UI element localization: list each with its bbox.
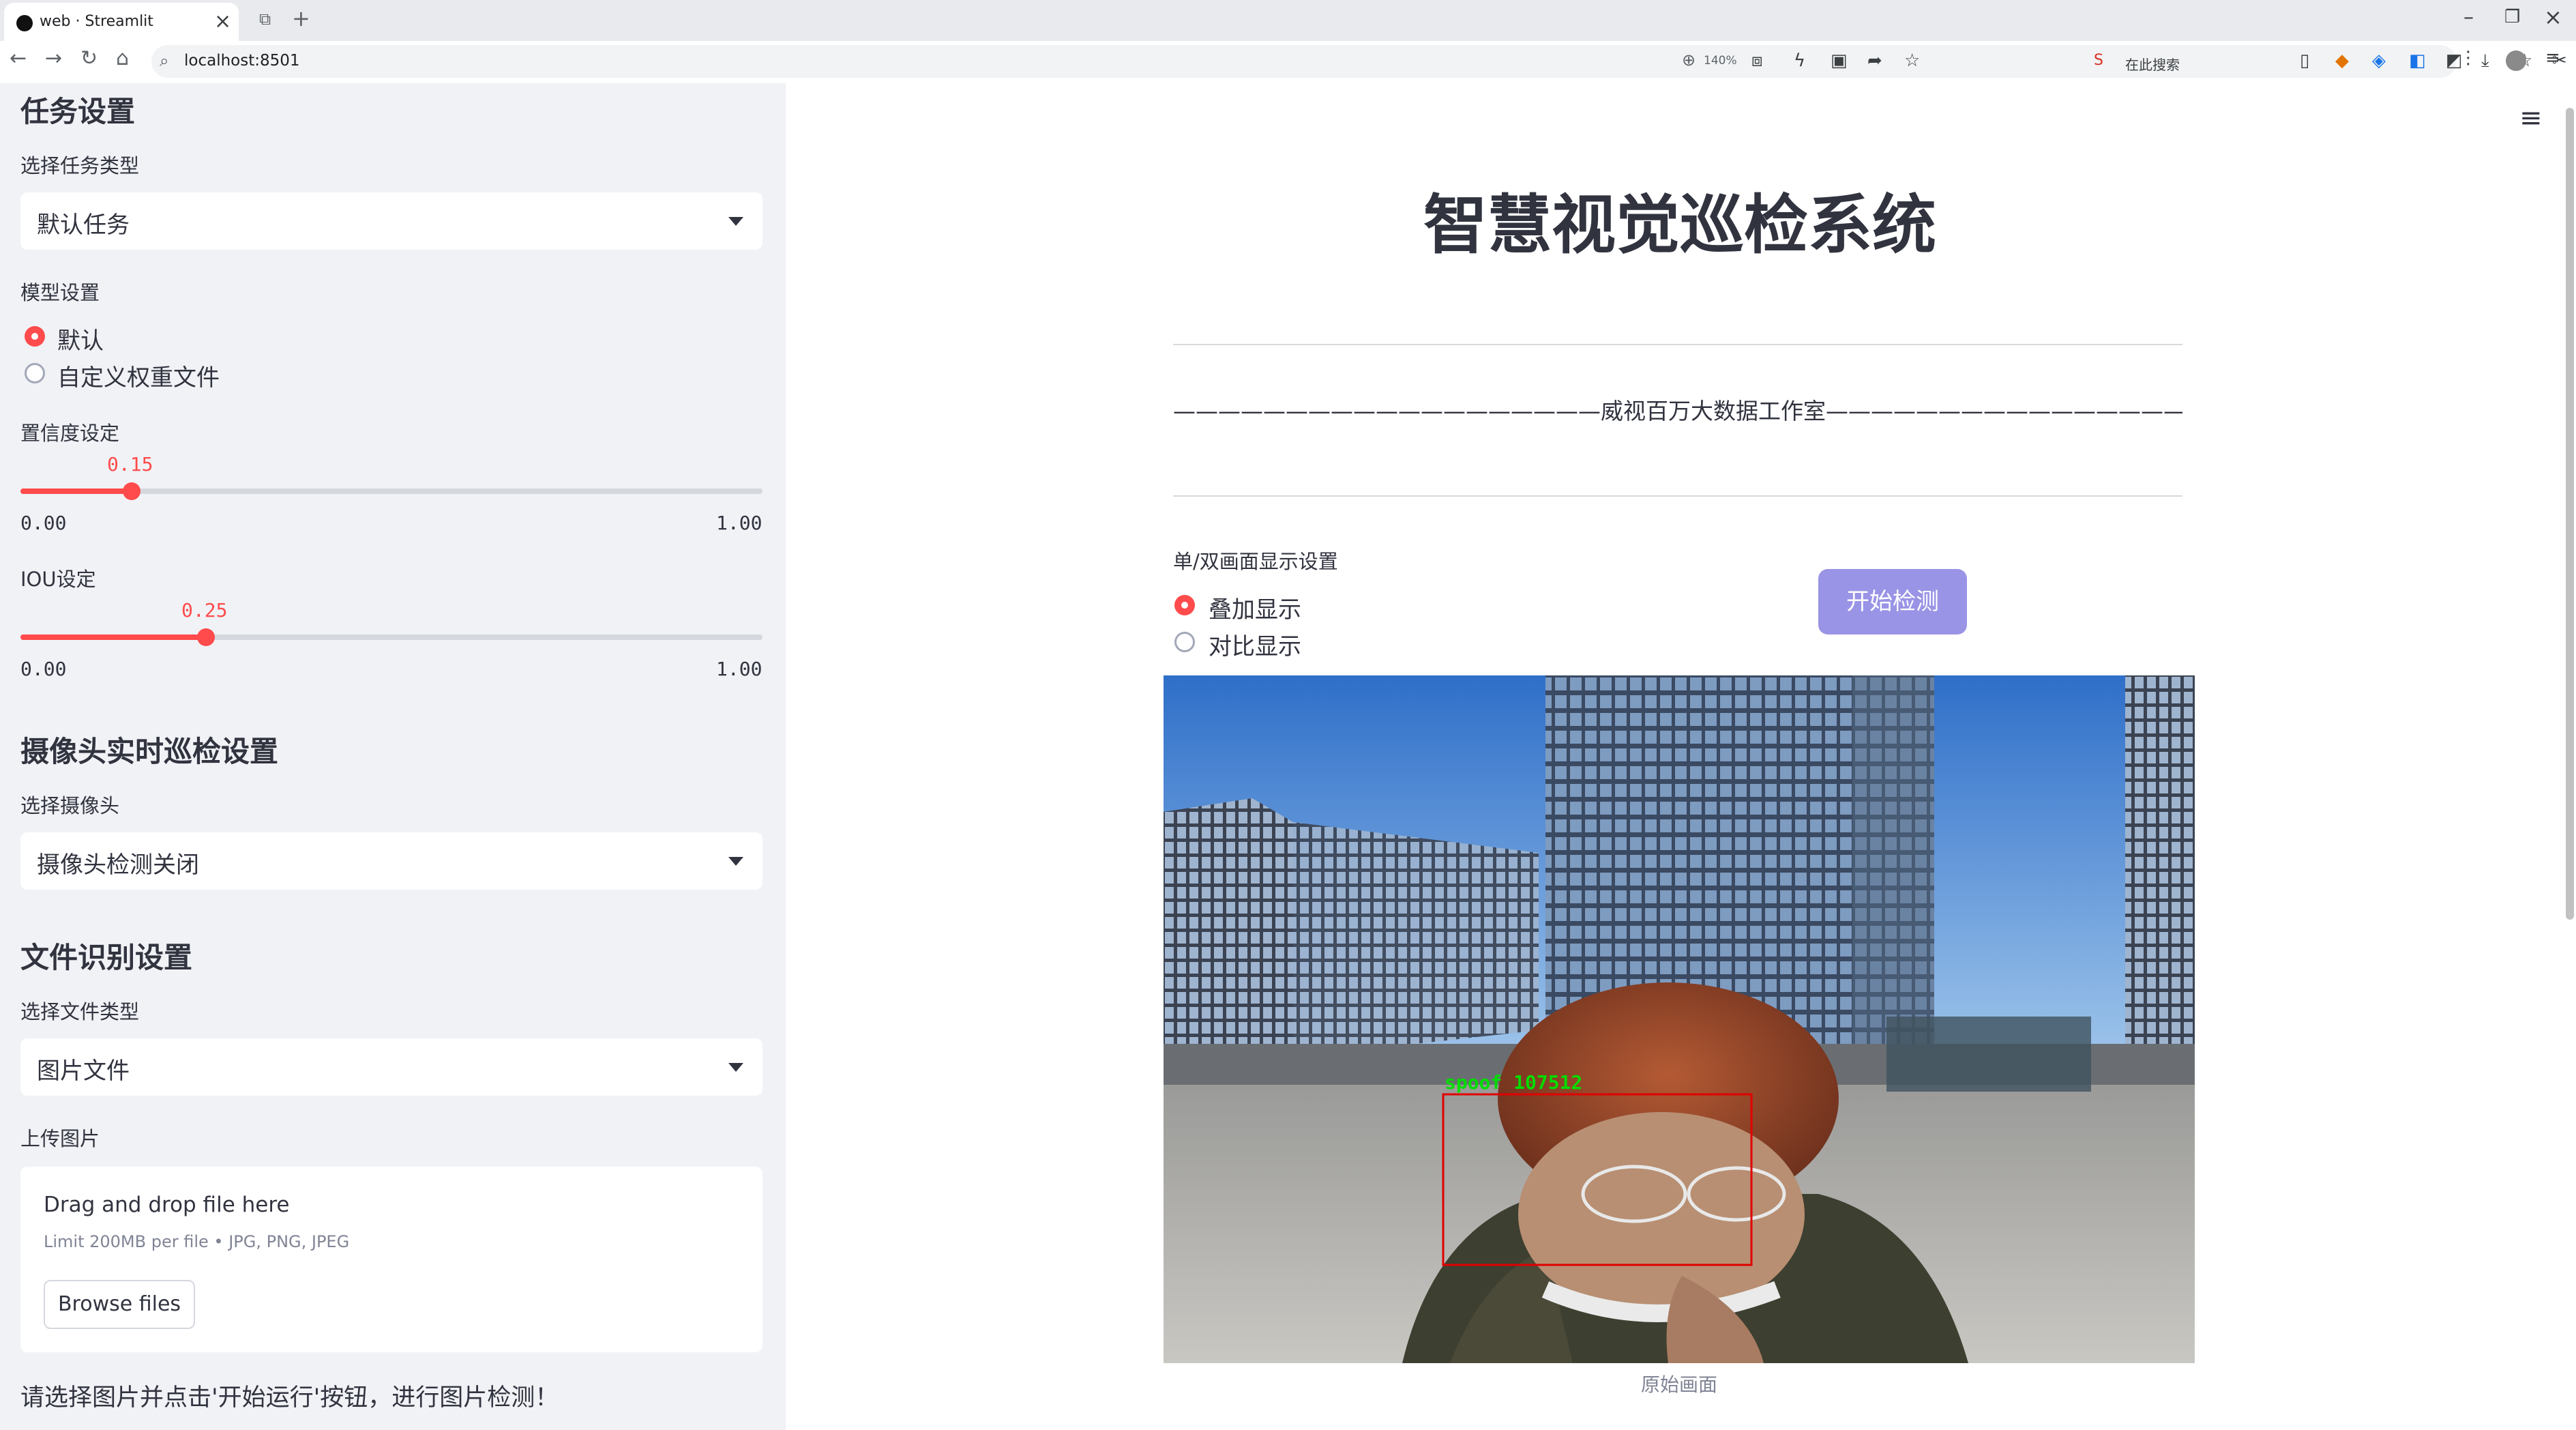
tab-close-icon[interactable]: ×: [214, 10, 231, 33]
tab-group-icon[interactable]: ⧉: [259, 10, 271, 29]
reload-icon[interactable]: ↻: [80, 46, 98, 70]
detection-photo: spoof 107512: [1164, 675, 2195, 1363]
display-setting-label: 单/双画面显示设置: [1173, 550, 1338, 573]
iou-slider-fill: [20, 634, 206, 640]
zoom-level: 140%: [1704, 54, 1737, 68]
iou-label: IOU设定: [20, 568, 96, 591]
translate-icon[interactable]: ⧈: [1751, 50, 1763, 72]
camera-select-value: 摄像头检测关闭: [37, 851, 199, 879]
dropzone-limit: Limit 200MB per file • JPG, PNG, JPEG: [44, 1232, 350, 1251]
detection-label: spoof 107512: [1445, 1071, 1582, 1094]
browser-tab-bar: web · Streamlit × ⧉ + – ❐ ×: [0, 0, 2576, 41]
avatar[interactable]: [2506, 50, 2526, 71]
model-settings-label: 模型设置: [20, 281, 100, 304]
confidence-value: 0.15: [107, 453, 153, 476]
task-type-value: 默认任务: [37, 211, 130, 239]
lightning-icon[interactable]: ϟ: [1794, 50, 1805, 71]
confidence-label: 置信度设定: [20, 422, 120, 445]
new-tab-icon[interactable]: +: [292, 5, 310, 31]
model-option-default-label: 默认: [57, 327, 104, 355]
browse-files-button[interactable]: Browse files: [44, 1280, 195, 1329]
iou-slider-track[interactable]: [20, 628, 763, 646]
address-bar[interactable]: ⌕ localhost:8501 ⊕ 140% ⧈ ϟ ▣ ➦ ☆ S 在此搜索…: [151, 45, 2567, 78]
camera-select[interactable]: 摄像头检测关闭: [20, 832, 763, 890]
zoom-icon[interactable]: ⊕: [1682, 50, 1696, 70]
back-icon[interactable]: ←: [10, 46, 27, 70]
confidence-max: 1.00: [716, 512, 763, 534]
iou-value: 0.25: [181, 599, 228, 622]
file-dropzone[interactable]: Drag and drop file here Limit 200MB per …: [20, 1167, 763, 1352]
iou-slider-thumb[interactable]: [197, 628, 215, 646]
chevron-down-icon: [728, 217, 743, 226]
display-option-compare-label: 对比显示: [1209, 633, 1301, 660]
upload-label: 上传图片: [20, 1127, 100, 1150]
tab-title: web · Streamlit: [40, 13, 153, 30]
forward-icon[interactable]: →: [45, 46, 62, 70]
divider: [1173, 495, 2182, 497]
task-type-label: 选择任务类型: [20, 154, 140, 177]
confidence-slider-thumb[interactable]: [123, 482, 140, 500]
file-type-label: 选择文件类型: [20, 1000, 140, 1023]
credit-line: ———————————————————威视百万大数据工作室———————————…: [1173, 398, 2182, 424]
image-caption: 原始画面: [1640, 1373, 1717, 1396]
display-radio-overlay[interactable]: [1174, 595, 1195, 615]
main-content: ≡ 智慧视觉巡检系统 ———————————————————威视百万大数据工作室…: [786, 83, 2576, 1430]
window-close-icon[interactable]: ×: [2544, 4, 2562, 30]
search-engine-label: 在此搜索: [2125, 57, 2180, 73]
task-settings-heading: 任务设置: [20, 95, 136, 128]
model-radio-custom[interactable]: [25, 363, 45, 383]
display-radio-compare[interactable]: [1174, 632, 1195, 652]
iou-max: 1.00: [716, 658, 763, 680]
browser-toolbar: ← → ↻ ⌂ ⌕ localhost:8501 ⊕ 140% ⧈ ϟ ▣ ➦ …: [0, 41, 2576, 85]
detection-image: spoof 107512: [1164, 675, 2195, 1363]
extension-icon[interactable]: ◆: [2335, 50, 2349, 71]
capture-icon[interactable]: ▣: [1831, 50, 1848, 71]
search-engine-icon: S: [2094, 52, 2103, 69]
camera-settings-heading: 摄像头实时巡检设置: [20, 735, 279, 768]
bookmark-star-icon[interactable]: ☆: [1904, 50, 1920, 71]
extension-2-icon[interactable]: ◈: [2372, 50, 2386, 71]
phone-icon[interactable]: ▯: [2300, 50, 2309, 71]
streamlit-favicon-icon: [16, 15, 33, 31]
confidence-slider-fill: [20, 488, 132, 494]
extension-3-icon[interactable]: ◧: [2409, 50, 2426, 71]
confidence-slider-track[interactable]: [20, 482, 763, 500]
file-settings-heading: 文件识别设置: [20, 941, 193, 974]
file-type-select[interactable]: 图片文件: [20, 1038, 763, 1096]
browser-tab[interactable]: web · Streamlit ×: [4, 3, 239, 41]
task-type-select[interactable]: 默认任务: [20, 192, 763, 250]
window-restore-icon[interactable]: ❐: [2504, 7, 2520, 27]
sidebar-instruction: 请选择图片并点击'开始运行'按钮，进行图片检测！: [20, 1384, 559, 1412]
hamburger-menu-icon[interactable]: ≡: [2519, 102, 2543, 134]
window-minimize-icon[interactable]: –: [2463, 5, 2474, 29]
confidence-min: 0.00: [20, 512, 67, 534]
page-title: 智慧视觉巡检系统: [1423, 188, 1936, 263]
dropzone-title: Drag and drop file here: [44, 1193, 290, 1217]
menu-dots-icon[interactable]: ⋮: [2459, 48, 2477, 68]
search-engine-box[interactable]: S 在此搜索: [2086, 49, 2290, 74]
address-url[interactable]: localhost:8501: [184, 52, 300, 70]
share-icon[interactable]: ➦: [1867, 50, 1882, 71]
start-detection-button[interactable]: 开始检测: [1818, 569, 1967, 634]
download-icon[interactable]: ⤓: [2481, 50, 2489, 72]
browser-menu-icon[interactable]: ≡: [2545, 48, 2560, 68]
display-option-overlay-label: 叠加显示: [1209, 596, 1301, 624]
file-type-value: 图片文件: [37, 1057, 130, 1085]
home-icon[interactable]: ⌂: [116, 46, 129, 70]
iou-min: 0.00: [20, 658, 67, 680]
camera-select-label: 选择摄像头: [20, 794, 120, 817]
model-option-custom-label: 自定义权重文件: [57, 364, 220, 392]
chevron-down-icon: [728, 1063, 743, 1072]
chevron-down-icon: [728, 857, 743, 866]
search-icon: ⌕: [160, 51, 169, 70]
model-radio-default[interactable]: [25, 326, 45, 347]
divider: [1173, 344, 2182, 345]
